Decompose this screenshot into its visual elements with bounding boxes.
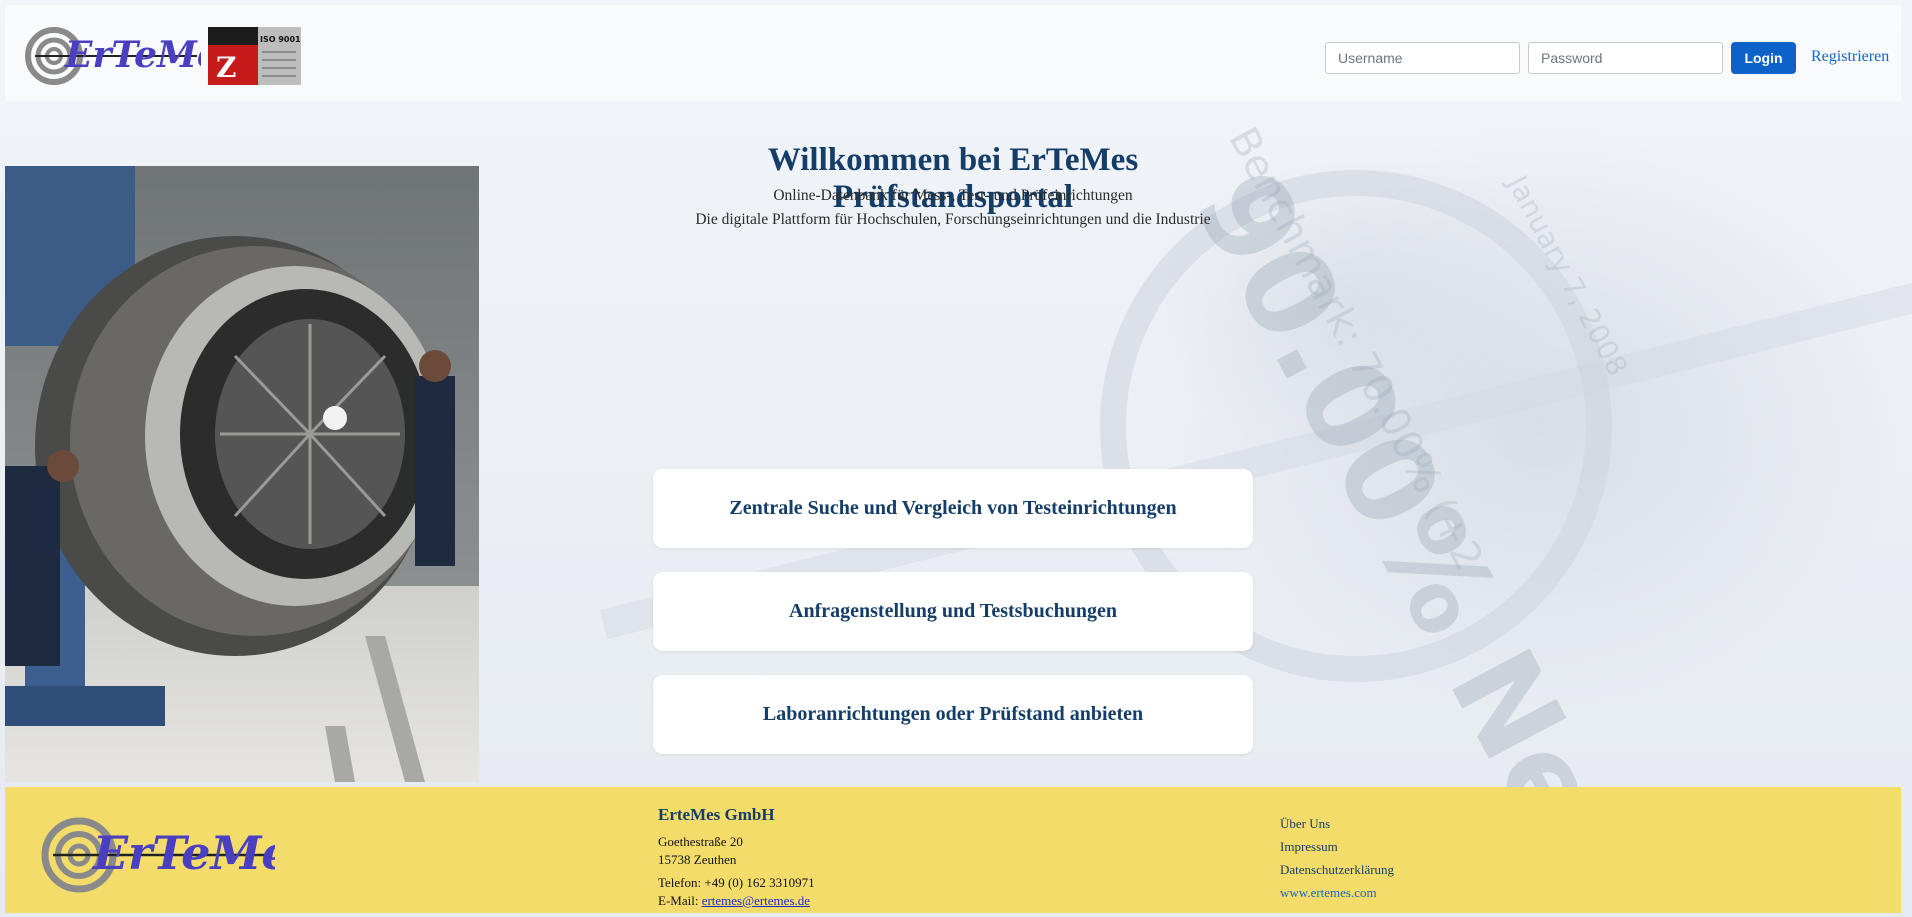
footer-street: Goethestraße 20	[658, 834, 743, 849]
username-input[interactable]	[1325, 42, 1520, 74]
ertemes-logo[interactable]: ErTeMes	[25, 27, 240, 85]
card-offer-lab[interactable]: Laboranrichtungen oder Prüfstand anbiete…	[653, 675, 1253, 754]
footer-email-link[interactable]: ertemes@ertemes.de	[702, 893, 810, 908]
login-button[interactable]: Login	[1731, 42, 1796, 74]
svg-text:ErTeMes: ErTeMes	[64, 34, 201, 76]
iso-badge: ISO 9001	[258, 27, 301, 85]
footer-link-privacy[interactable]: Datenschutzerklärung	[1280, 862, 1394, 878]
register-link[interactable]: Registrieren	[1811, 48, 1889, 66]
footer-link-imprint[interactable]: Impressum	[1280, 839, 1338, 855]
header-bar: ErTeMes Z ISO 9001 Login Registrieren	[5, 5, 1901, 101]
zertifikat-badge: Z	[208, 27, 258, 85]
certification-badge: Z ISO 9001	[208, 27, 301, 85]
cert-letter: Z	[216, 51, 237, 84]
footer: ErTeMes ErteMes GmbH Goethestraße 20 157…	[5, 787, 1901, 913]
jet-engine-photo	[5, 166, 479, 782]
page-subtitle-1: Online-Datenbank für Mess-, Test- und Pr…	[773, 187, 1133, 204]
footer-link-website[interactable]: www.ertemes.com	[1280, 885, 1377, 901]
card-search-compare[interactable]: Zentrale Suche und Vergleich von Testein…	[653, 469, 1253, 548]
footer-link-about[interactable]: Über Uns	[1280, 816, 1330, 832]
footer-city: 15738 Zeuthen	[658, 852, 737, 867]
footer-ertemes-logo: ErTeMes	[41, 817, 317, 893]
card-requests-bookings[interactable]: Anfragenstellung und Testsbuchungen	[653, 572, 1253, 651]
footer-company-name: ErteMes GmbH	[658, 805, 775, 824]
iso-label: ISO 9001	[260, 35, 301, 44]
svg-text:ErTeMes: ErTeMes	[91, 826, 275, 880]
page-subtitle-2: Die digitale Plattform für Hochschulen, …	[695, 211, 1211, 228]
footer-phone: Telefon: +49 (0) 162 3310971	[658, 875, 815, 890]
footer-email-line: E-Mail: ertemes@ertemes.de	[658, 893, 810, 909]
password-input[interactable]	[1528, 42, 1723, 74]
footer-email-prefix: E-Mail:	[658, 893, 702, 908]
